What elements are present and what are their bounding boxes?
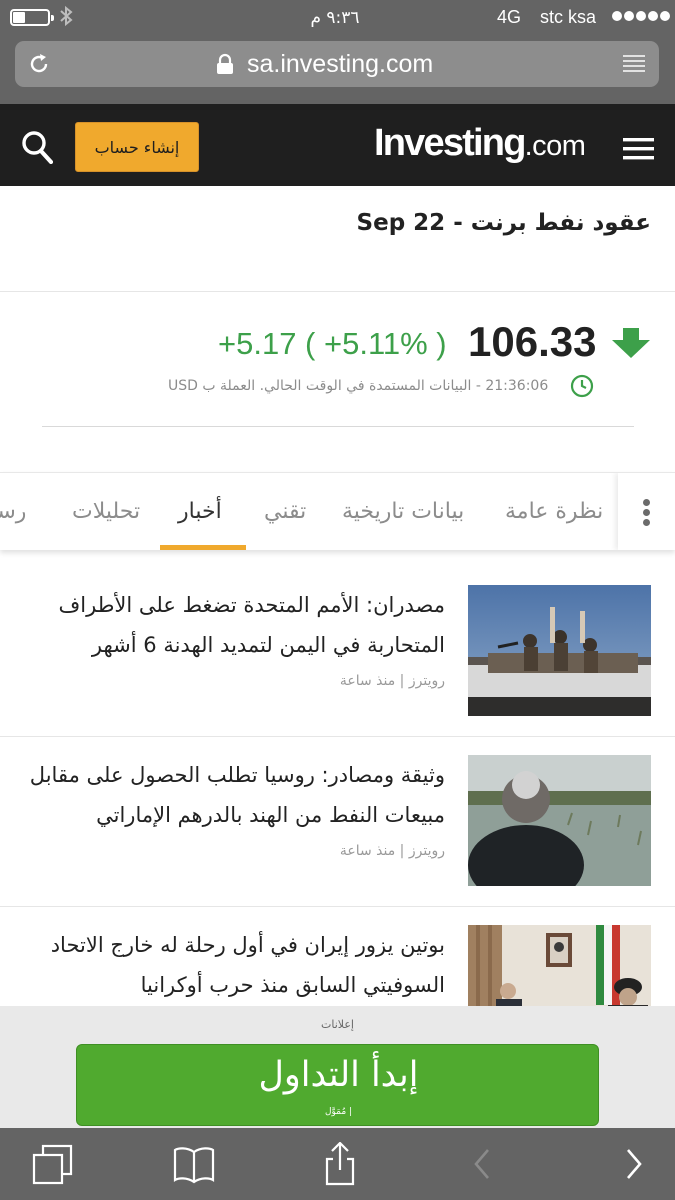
ad-banner: إعلانات إبدأ التداول مُمَوَّل |: [0, 1006, 675, 1128]
instrument-title: عقود نفط برنت - Sep 22: [356, 210, 651, 236]
news-meta: رويترز | منذ ساعة: [339, 843, 445, 859]
signal-strength-icon: [612, 11, 670, 21]
reload-icon[interactable]: [27, 52, 51, 76]
active-tab-indicator: [160, 545, 246, 550]
news-thumbnail-image[interactable]: [468, 755, 651, 886]
news-item[interactable]: وثيقة ومصادر: روسيا تطلب الحصول على مقاب…: [0, 737, 675, 907]
site-logo[interactable]: Investing.com: [374, 122, 586, 165]
tab-news[interactable]: أخبار: [178, 499, 222, 524]
back-icon[interactable]: [460, 1142, 504, 1186]
down-arrow-icon: [612, 328, 650, 358]
tab-historical-data[interactable]: بيانات تاريخية: [342, 499, 464, 524]
search-icon[interactable]: [21, 130, 53, 164]
menu-icon[interactable]: [623, 138, 654, 160]
signup-button[interactable]: إنشاء حساب: [75, 122, 199, 172]
network-type: 4G: [497, 7, 522, 27]
carrier-name: stc ksa: [540, 7, 597, 27]
battery-icon: [10, 9, 54, 26]
instrument-tabs: نظرة عامة بيانات تاريخية تقني أخبار تحلي…: [0, 472, 675, 550]
news-headline[interactable]: مصدران: الأمم المتحدة تضغط على الأطراف ا…: [15, 585, 445, 665]
status-bar: ٩:٣٦ م 4G stc ksa: [0, 0, 675, 36]
news-headline[interactable]: وثيقة ومصادر: روسيا تطلب الحصول على مقاب…: [15, 755, 445, 835]
forward-icon[interactable]: [612, 1142, 656, 1186]
tabs-icon[interactable]: [31, 1142, 75, 1186]
share-icon[interactable]: [318, 1142, 362, 1186]
tab-analysis[interactable]: تحليلات: [72, 499, 140, 524]
quote-panel: 106.33 +5.17 ( +5.11% ) 21:36:06 - البيا…: [0, 292, 675, 470]
instrument-header: عقود نفط برنت - Sep 22: [0, 186, 675, 292]
news-time: منذ ساعة: [339, 843, 396, 859]
browser-address-area: sa.investing.com: [0, 36, 675, 104]
news-time: منذ ساعة: [339, 673, 396, 689]
browser-toolbar: [0, 1128, 675, 1200]
logo-text: Investing: [374, 122, 526, 164]
lock-icon: [217, 53, 233, 74]
news-headline[interactable]: بوتين يزور إيران في أول رحلة له خارج الا…: [15, 925, 445, 1005]
address-bar[interactable]: sa.investing.com: [15, 41, 659, 87]
logo-suffix: .com: [524, 130, 586, 162]
site-header: إنشاء حساب Investing.com: [0, 104, 675, 186]
clock-icon: [570, 374, 594, 398]
sponsored-note: مُمَوَّل |: [324, 1107, 353, 1117]
start-trading-button[interactable]: إبدأ التداول مُمَوَّل |: [76, 1044, 599, 1126]
news-meta: رويترز | منذ ساعة: [339, 673, 445, 689]
start-trading-label: إبدأ التداول: [258, 1055, 419, 1095]
status-time: ٩:٣٦ م: [310, 8, 360, 28]
price-change: +5.17 ( +5.11% ): [218, 326, 447, 361]
news-item[interactable]: مصدران: الأمم المتحدة تضغط على الأطراف ا…: [0, 567, 675, 737]
news-thumbnail-image[interactable]: [468, 585, 651, 716]
realtime-note: 21:36:06 - البيانات المستمدة في الوقت ال…: [168, 378, 549, 394]
tab-overview[interactable]: نظرة عامة: [505, 499, 603, 524]
last-price: 106.33: [468, 318, 597, 365]
divider: [42, 426, 634, 427]
reader-view-icon[interactable]: [623, 55, 645, 73]
bookmarks-icon[interactable]: [172, 1142, 216, 1186]
tab-technical[interactable]: تقني: [264, 499, 306, 524]
tab-charts-partial[interactable]: رسو: [0, 499, 26, 524]
news-source: رويترز: [408, 673, 445, 689]
ad-label: إعلانات: [321, 1018, 354, 1031]
url-text: sa.investing.com: [247, 50, 434, 78]
more-options-icon[interactable]: [618, 473, 675, 550]
news-source: رويترز: [408, 843, 445, 859]
bluetooth-icon: [60, 5, 73, 27]
